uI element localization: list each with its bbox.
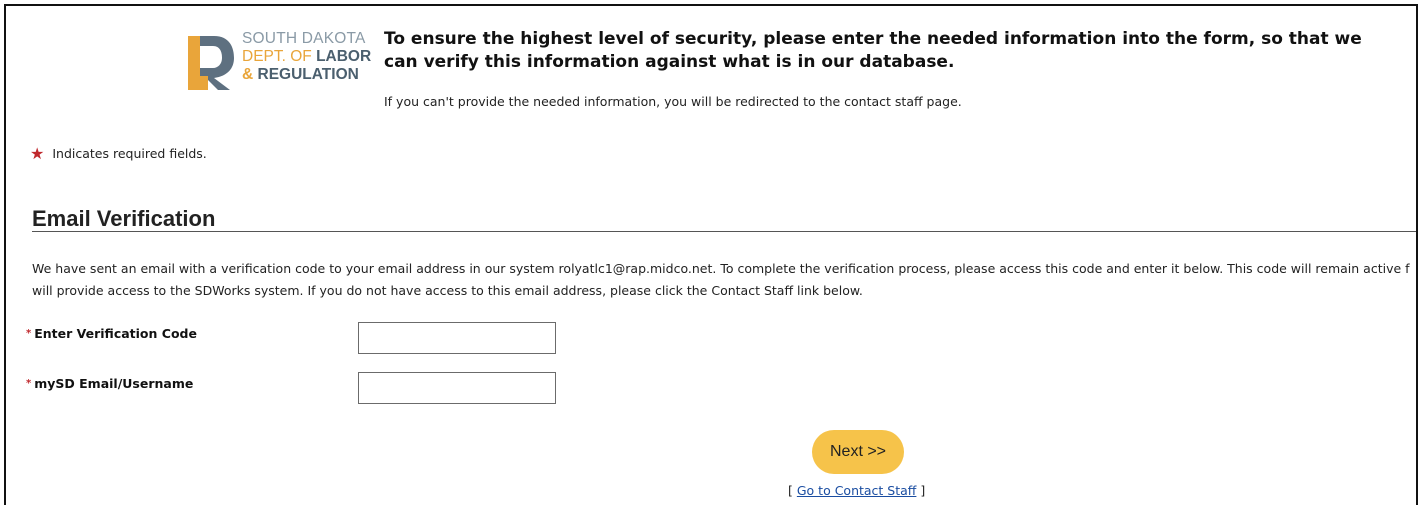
logo-regulation: REGULATION — [257, 66, 359, 83]
section-divider — [32, 231, 1416, 232]
next-button[interactable]: Next >> — [812, 430, 904, 474]
verification-code-input[interactable] — [358, 322, 556, 354]
required-fields-text: Indicates required fields. — [52, 146, 207, 161]
verification-instructions: We have sent an email with a verificatio… — [32, 258, 1416, 302]
verification-code-label-text: Enter Verification Code — [34, 326, 197, 341]
instructions-line-1: We have sent an email with a verificatio… — [32, 261, 1410, 276]
required-fields-note: ★ Indicates required fields. — [30, 144, 207, 163]
logo-dept-of: DEPT. OF — [242, 48, 317, 65]
logo-line-state: SOUTH DAKOTA — [242, 30, 366, 47]
verification-code-label: * Enter Verification Code — [26, 326, 197, 341]
logo-ampersand: & — [242, 66, 258, 83]
username-label: * mySD Email/Username — [26, 376, 193, 391]
required-marker: * — [26, 378, 32, 389]
sd-dlr-logo: SOUTH DAKOTA DEPT. OF LABOR & REGULATION — [184, 28, 374, 98]
security-headline: To ensure the highest level of security,… — [384, 29, 1362, 72]
page-frame: SOUTH DAKOTA DEPT. OF LABOR & REGULATION… — [4, 4, 1418, 505]
instructions-line-2: will provide access to the SDWorks syste… — [32, 283, 863, 298]
required-marker: * — [26, 328, 32, 339]
bracket-close: ] — [916, 483, 926, 498]
section-title: Email Verification — [32, 206, 216, 231]
contact-staff-link-wrapper: [ Go to Contact Staff ] — [788, 483, 925, 498]
logo-labor: LABOR — [316, 48, 372, 65]
logo-line-regulation: & REGULATION — [242, 66, 371, 84]
redirect-note: If you can't provide the needed informat… — [384, 94, 962, 109]
bracket-open: [ — [788, 483, 797, 498]
contact-staff-link[interactable]: Go to Contact Staff — [797, 483, 917, 498]
required-star-icon: ★ — [30, 144, 45, 163]
logo-line-dept: DEPT. OF LABOR — [242, 48, 371, 66]
username-input[interactable] — [358, 372, 556, 404]
dlr-logo-icon — [184, 32, 238, 92]
username-label-text: mySD Email/Username — [34, 376, 194, 391]
